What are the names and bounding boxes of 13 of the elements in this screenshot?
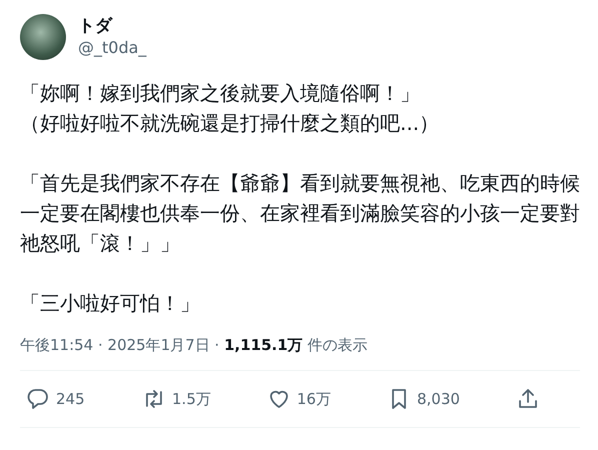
speech-bubble-icon [26, 387, 50, 411]
repost-button[interactable]: 1.5万 [142, 387, 211, 411]
post-text-line: 「首先是我們家不存在【爺爺】看到就要無視祂、吃東西的時候一定要在閣樓也供奉一份、在家裡看到滿臉笑容的小孩一定要對祂怒吼「滾！」」 [20, 170, 581, 257]
author-name[interactable]: トダ [78, 15, 146, 37]
reply-button[interactable]: 245 [26, 387, 86, 411]
post-text-line: 「三小啦好可怕！」 [20, 290, 201, 317]
post-meta-line: 午後11:54 · 2025年1月7日 · 1,115.1万 件の表示 [20, 335, 368, 356]
avatar-photo-placeholder[interactable] [20, 14, 66, 60]
bookmark-button[interactable]: 8,030 [387, 387, 460, 411]
post-text-line: （好啦好啦不就洗碗還是打掃什麼之類的吧...） [20, 110, 440, 137]
like-button[interactable]: 16万 [266, 387, 331, 411]
post-text-line: 「妳啊！嫁到我們家之後就要入境隨俗啊！」 [20, 80, 421, 107]
author-handle[interactable]: @_t0da_ [78, 37, 146, 59]
